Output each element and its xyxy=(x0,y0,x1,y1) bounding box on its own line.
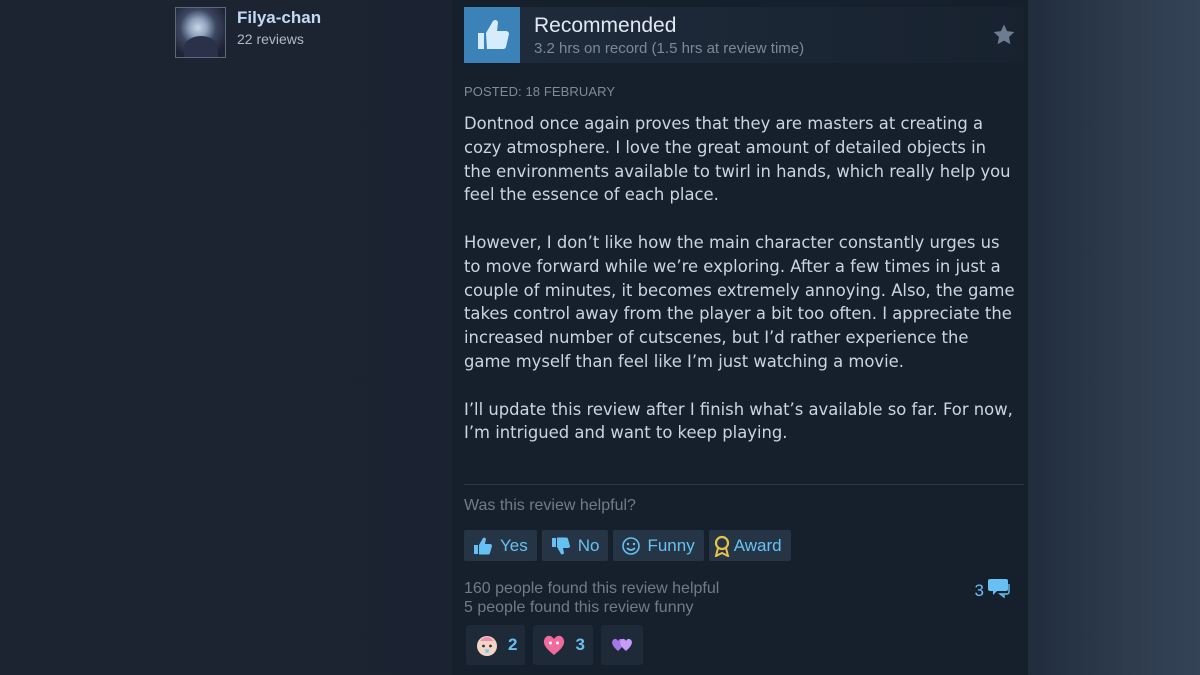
yes-label: Yes xyxy=(500,535,528,555)
thumbs-down-icon xyxy=(550,536,572,556)
no-label: No xyxy=(577,535,600,555)
award-chip[interactable] xyxy=(600,625,643,665)
award-chip[interactable]: 3 xyxy=(533,625,593,665)
background-glow xyxy=(1010,0,1200,675)
review-body: Dontnod once again proves that they are … xyxy=(464,112,1016,469)
review-stats: 160 people found this review helpful 5 p… xyxy=(464,579,719,617)
award-chip[interactable]: 2 xyxy=(466,625,526,665)
award-label: Award xyxy=(733,535,782,555)
review-author: Filya-chan 22 reviews xyxy=(175,7,321,58)
page: Filya-chan 22 reviews Recommended 3.2 hr… xyxy=(0,0,1200,675)
vote-title: Recommended xyxy=(534,14,677,37)
divider xyxy=(464,484,1024,485)
review-paragraph: However, I don’t like how the main chara… xyxy=(464,232,1015,371)
awards-row: 2 3 xyxy=(466,625,643,665)
comments-link[interactable]: 3 xyxy=(975,577,1012,604)
comments-count: 3 xyxy=(974,580,984,600)
posted-date: POSTED: 18 FEBRUARY xyxy=(464,84,616,99)
star-icon[interactable] xyxy=(992,23,1016,47)
hours-on-record: 3.2 hrs on record (1.5 hrs at review tim… xyxy=(534,40,805,57)
review-panel: Recommended 3.2 hrs on record (1.5 hrs a… xyxy=(452,0,1028,675)
thumbs-up-icon xyxy=(472,536,494,556)
review-paragraph: I’ll update this review after I finish w… xyxy=(464,399,1013,443)
thumbs-up-icon xyxy=(464,7,520,63)
award-count: 2 xyxy=(508,635,518,654)
review-paragraph: Dontnod once again proves that they are … xyxy=(464,114,1011,205)
feedback-buttons: Yes No Funny Award xyxy=(464,530,791,561)
smiley-icon xyxy=(621,536,641,556)
helpful-question: Was this review helpful? xyxy=(464,497,636,514)
award-ribbon-icon xyxy=(713,535,731,557)
yes-button[interactable]: Yes xyxy=(464,530,537,561)
baby-face-icon xyxy=(474,632,500,658)
award-button[interactable]: Award xyxy=(708,530,791,561)
funny-button[interactable]: Funny xyxy=(613,530,704,561)
no-button[interactable]: No xyxy=(541,530,609,561)
award-count: 3 xyxy=(575,635,585,654)
funny-label: Funny xyxy=(647,535,695,555)
funny-count: 5 people found this review funny xyxy=(464,599,694,616)
avatar[interactable] xyxy=(175,7,226,58)
purple-hearts-icon xyxy=(609,632,635,658)
author-name[interactable]: Filya-chan xyxy=(237,7,321,29)
comment-bubble-icon xyxy=(988,577,1012,604)
author-info: Filya-chan 22 reviews xyxy=(237,7,321,47)
heart-eyes-icon xyxy=(541,632,567,658)
helpful-count: 160 people found this review helpful xyxy=(464,580,720,597)
author-review-count[interactable]: 22 reviews xyxy=(237,31,321,47)
vote-header[interactable]: Recommended 3.2 hrs on record (1.5 hrs a… xyxy=(464,7,1024,63)
